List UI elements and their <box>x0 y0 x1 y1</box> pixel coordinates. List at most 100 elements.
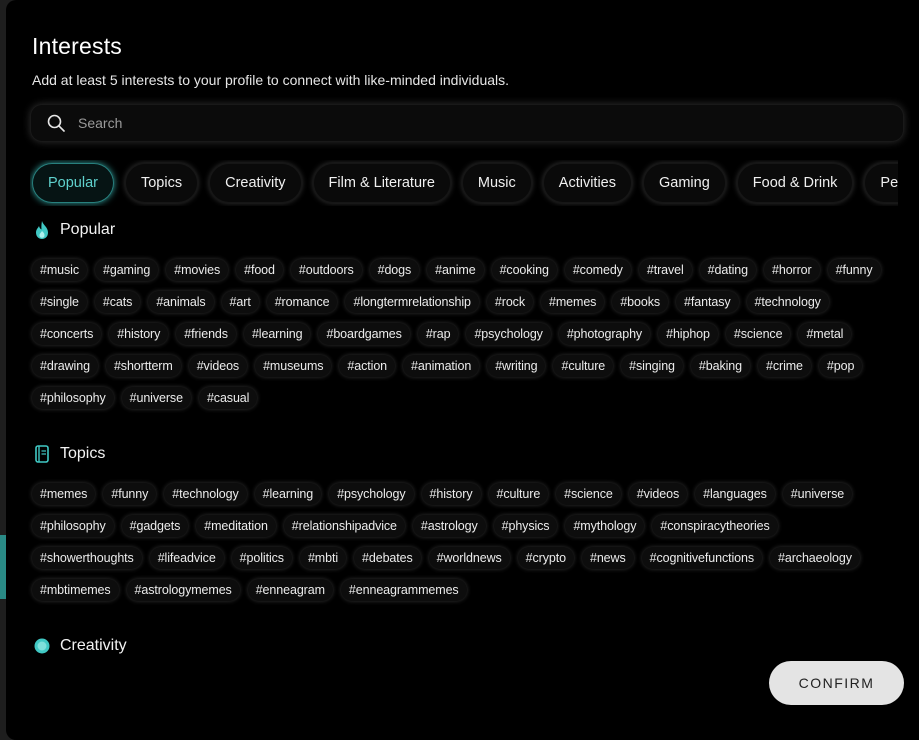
interest-tag[interactable]: #lifeadvice <box>149 547 224 569</box>
interest-tag[interactable]: #fantasy <box>676 291 739 313</box>
interest-tag[interactable]: #music <box>32 259 87 281</box>
interest-tag[interactable]: #crime <box>758 355 811 377</box>
interest-tag[interactable]: #gadgets <box>121 515 189 537</box>
search-input[interactable] <box>76 114 904 132</box>
interest-tag[interactable]: #mbtimemes <box>32 579 119 601</box>
interest-tag[interactable]: #cognitivefunctions <box>641 547 763 569</box>
interest-tag[interactable]: #news <box>581 547 634 569</box>
interest-tag[interactable]: #culture <box>553 355 614 377</box>
interest-tag[interactable]: #writing <box>487 355 546 377</box>
interest-tag[interactable]: #politics <box>231 547 292 569</box>
interest-tag[interactable]: #romance <box>266 291 338 313</box>
category-tabs: Popular Topics Creativity Film & Literature… <box>30 160 898 206</box>
interest-tag[interactable]: #horror <box>763 259 820 281</box>
interest-tag[interactable]: #outdoors <box>290 259 362 281</box>
interest-tag[interactable]: #funny <box>103 483 157 505</box>
interest-tag[interactable]: #rock <box>486 291 533 313</box>
interest-tag[interactable]: #crypto <box>517 547 574 569</box>
tab-film-literature[interactable]: Film & Literature <box>312 163 451 203</box>
interest-tag[interactable]: #philosophy <box>32 387 114 409</box>
interest-tag[interactable]: #worldnews <box>428 547 510 569</box>
interest-tag[interactable]: #metal <box>798 323 852 345</box>
interest-tag[interactable]: #memes <box>32 483 96 505</box>
tab-food-drink[interactable]: Food & Drink <box>736 163 854 203</box>
interest-tag[interactable]: #photography <box>558 323 651 345</box>
interest-tag[interactable]: #single <box>32 291 87 313</box>
interest-tag[interactable]: #food <box>236 259 283 281</box>
interest-tag[interactable]: #philosophy <box>32 515 114 537</box>
interest-tag[interactable]: #learning <box>254 483 322 505</box>
interest-tag[interactable]: #physics <box>493 515 558 537</box>
search-bar[interactable] <box>30 104 904 142</box>
interest-tag[interactable]: #drawing <box>32 355 98 377</box>
interest-tag[interactable]: #hiphop <box>658 323 718 345</box>
interest-tag[interactable]: #concerts <box>32 323 102 345</box>
interest-tag[interactable]: #relationshipadvice <box>283 515 405 537</box>
interest-tag[interactable]: #animation <box>403 355 480 377</box>
interest-tag[interactable]: #friends <box>176 323 236 345</box>
interest-tag[interactable]: #showerthoughts <box>32 547 142 569</box>
interest-tag[interactable]: #history <box>421 483 481 505</box>
interest-tag[interactable]: #culture <box>488 483 549 505</box>
interest-tag[interactable]: #archaeology <box>770 547 860 569</box>
confirm-button[interactable]: CONFIRM <box>769 661 904 705</box>
interest-tag[interactable]: #art <box>221 291 259 313</box>
interest-tag[interactable]: #travel <box>638 259 692 281</box>
tab-music[interactable]: Music <box>461 163 532 203</box>
interest-tag[interactable]: #psychology <box>466 323 551 345</box>
interest-tag[interactable]: #enneagram <box>247 579 333 601</box>
interest-tag[interactable]: #anime <box>427 259 484 281</box>
book-icon <box>32 444 52 464</box>
interest-tag[interactable]: #technology <box>164 483 247 505</box>
interest-tag[interactable]: #cooking <box>491 259 557 281</box>
interest-tag[interactable]: #casual <box>198 387 258 409</box>
interest-tag[interactable]: #universe <box>782 483 853 505</box>
interest-tag[interactable]: #enneagrammemes <box>340 579 467 601</box>
interest-tag[interactable]: #action <box>339 355 396 377</box>
section-title: Creativity <box>60 637 127 654</box>
interest-tag[interactable]: #debates <box>354 547 421 569</box>
section-header-topics: Topics <box>32 444 105 464</box>
interest-tag[interactable]: #books <box>612 291 669 313</box>
interest-tag[interactable]: #mythology <box>565 515 645 537</box>
interest-tag[interactable]: #movies <box>166 259 229 281</box>
interest-tag[interactable]: #science <box>725 323 791 345</box>
interest-tag[interactable]: #comedy <box>564 259 631 281</box>
interest-tag[interactable]: #cats <box>94 291 141 313</box>
interest-tag[interactable]: #history <box>109 323 169 345</box>
tab-topics[interactable]: Topics <box>124 163 199 203</box>
interest-tag[interactable]: #astrologymemes <box>126 579 240 601</box>
tab-gaming[interactable]: Gaming <box>643 163 726 203</box>
interest-tag[interactable]: #mbti <box>299 547 347 569</box>
interest-tag[interactable]: #dating <box>699 259 756 281</box>
interest-tag[interactable]: #science <box>556 483 621 505</box>
interest-tag[interactable]: #memes <box>540 291 605 313</box>
interest-tag[interactable]: #gaming <box>95 259 159 281</box>
interest-tag[interactable]: #baking <box>690 355 750 377</box>
interest-tag[interactable]: #pop <box>818 355 863 377</box>
interest-tag[interactable]: #languages <box>695 483 775 505</box>
interest-tag[interactable]: #museums <box>255 355 332 377</box>
tab-activities[interactable]: Activities <box>542 163 632 203</box>
interest-tag[interactable]: #boardgames <box>318 323 410 345</box>
topics-tags: #memes #funny #technology #learning #psychol… <box>32 483 892 601</box>
tab-popular[interactable]: Popular <box>32 163 114 203</box>
interest-tag[interactable]: #learning <box>243 323 311 345</box>
interest-tag[interactable]: #rap <box>417 323 459 345</box>
interest-tag[interactable]: #meditation <box>196 515 276 537</box>
interest-tag[interactable]: #astrology <box>412 515 486 537</box>
interest-tag[interactable]: #animals <box>148 291 214 313</box>
tab-pets[interactable]: Pets <box>864 163 898 203</box>
interest-tag[interactable]: #longtermrelationship <box>345 291 479 313</box>
tab-creativity[interactable]: Creativity <box>209 163 302 203</box>
interest-tag[interactable]: #technology <box>746 291 829 313</box>
interest-tag[interactable]: #dogs <box>369 259 420 281</box>
interest-tag[interactable]: #conspiracytheories <box>652 515 778 537</box>
interest-tag[interactable]: #videos <box>188 355 248 377</box>
interest-tag[interactable]: #singing <box>621 355 683 377</box>
interest-tag[interactable]: #universe <box>121 387 191 409</box>
interest-tag[interactable]: #psychology <box>329 483 414 505</box>
interest-tag[interactable]: #videos <box>628 483 688 505</box>
interest-tag[interactable]: #funny <box>827 259 881 281</box>
interest-tag[interactable]: #shortterm <box>105 355 181 377</box>
